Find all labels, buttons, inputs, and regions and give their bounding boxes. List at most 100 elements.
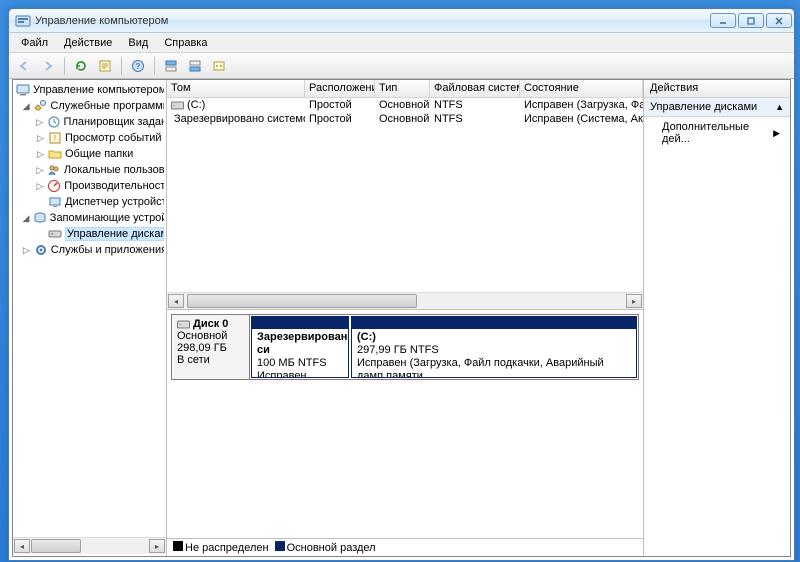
tree-shared-folders[interactable]: ▷ Общие папки: [13, 146, 166, 162]
tree-device-manager[interactable]: Диспетчер устройств: [13, 194, 166, 210]
tree-system-tools[interactable]: ◢ Служебные программы: [13, 98, 166, 114]
partition[interactable]: Зарезервировано си 100 МБ NTFS Исправен …: [251, 316, 349, 378]
services-icon: [33, 242, 49, 258]
event-icon: !: [47, 130, 63, 146]
toolbar-separator: [154, 57, 155, 75]
volume-list[interactable]: Том Расположение Тип Файловая система Со…: [167, 80, 643, 310]
scroll-right-arrow[interactable]: ▸: [149, 539, 165, 553]
col-filesystem[interactable]: Файловая система: [430, 80, 520, 97]
app-window: Управление компьютером Файл Действие Вид…: [8, 8, 795, 561]
disk-status: В сети: [177, 354, 244, 366]
tree-horizontal-scrollbar[interactable]: ◂ ▸: [13, 537, 166, 554]
expand-icon[interactable]: ▷: [35, 149, 46, 160]
expand-icon[interactable]: ▷: [21, 245, 32, 256]
disk-type: Основной: [177, 330, 244, 342]
menu-view[interactable]: Вид: [120, 35, 156, 51]
disk-graphical-view[interactable]: Диск 0 Основной 298,09 ГБ В сети Зарезер…: [167, 310, 643, 538]
volume-row[interactable]: (C:) Простой Основной NTFS Исправен (Заг…: [167, 98, 643, 112]
minimize-button[interactable]: [710, 13, 736, 28]
partition-title: (C:): [357, 331, 631, 344]
volume-horizontal-scrollbar[interactable]: ◂ ▸: [167, 292, 643, 309]
volume-row[interactable]: Зарезервировано системой Простой Основно…: [167, 112, 643, 126]
volume-status: Исправен (Загрузка, Фай: [520, 98, 643, 112]
tree-event-viewer[interactable]: ▷ ! Просмотр событий: [13, 130, 166, 146]
toolbar-separator: [64, 57, 65, 75]
expand-icon[interactable]: ▷: [35, 133, 46, 144]
titlebar[interactable]: Управление компьютером: [9, 9, 794, 33]
maximize-button[interactable]: [738, 13, 764, 28]
view-bottom-button[interactable]: [184, 55, 206, 77]
tree-label: Локальные пользоват: [64, 164, 164, 176]
expand-icon[interactable]: ▷: [35, 181, 45, 192]
col-volume[interactable]: Том: [167, 80, 305, 97]
settings-button[interactable]: [208, 55, 230, 77]
users-icon: [46, 162, 62, 178]
scroll-thumb[interactable]: [187, 294, 417, 308]
view-top-button[interactable]: [160, 55, 182, 77]
scroll-thumb[interactable]: [31, 539, 81, 553]
disk-info[interactable]: Диск 0 Основной 298,09 ГБ В сети: [172, 315, 250, 379]
folder-icon: [47, 146, 63, 162]
toolbar: ?: [9, 53, 794, 79]
tree-disk-management[interactable]: Управление дисками: [13, 226, 166, 242]
volume-status: Исправен (Система, Акти: [520, 112, 643, 126]
tree-label: Планировщик заданий: [64, 116, 164, 128]
main-body: Управление компьютером (л ◢ Служебные пр…: [12, 79, 791, 557]
col-status[interactable]: Состояние: [520, 80, 643, 97]
tree-task-scheduler[interactable]: ▷ Планировщик заданий: [13, 114, 166, 130]
disk-row[interactable]: Диск 0 Основной 298,09 ГБ В сети Зарезер…: [171, 314, 639, 380]
tree-label: Служебные программы: [50, 100, 164, 112]
tree-label: Общие папки: [65, 148, 133, 160]
volume-list-header[interactable]: Том Расположение Тип Файловая система Со…: [167, 80, 643, 98]
actions-section-label: Управление дисками: [650, 101, 757, 113]
drive-icon: [171, 100, 184, 111]
volume-layout: Простой: [305, 98, 375, 112]
menu-help[interactable]: Справка: [156, 35, 215, 51]
volume-fs: NTFS: [430, 112, 520, 126]
partition-header-bar: [252, 317, 348, 329]
expand-icon[interactable]: ▷: [35, 165, 45, 176]
properties-button[interactable]: [94, 55, 116, 77]
actions-section[interactable]: Управление дисками ▲: [644, 98, 790, 117]
navigation-tree[interactable]: Управление компьютером (л ◢ Служебные пр…: [13, 80, 167, 556]
svg-text:?: ?: [136, 62, 141, 71]
scroll-left-arrow[interactable]: ◂: [168, 294, 184, 308]
menu-file[interactable]: Файл: [13, 35, 56, 51]
close-button[interactable]: [766, 13, 792, 28]
help-button[interactable]: ?: [127, 55, 149, 77]
disk-icon: [47, 226, 63, 242]
center-pane: Том Расположение Тип Файловая система Со…: [167, 80, 644, 556]
collapse-icon[interactable]: ◢: [21, 101, 31, 112]
chevron-up-icon[interactable]: ▲: [775, 102, 784, 112]
actions-header: Действия: [644, 80, 790, 98]
drive-icon: [177, 319, 190, 330]
tree-performance[interactable]: ▷ Производительность: [13, 178, 166, 194]
expand-icon[interactable]: ▷: [35, 117, 45, 128]
partition-header-bar: [352, 317, 636, 329]
collapse-icon[interactable]: ◢: [21, 213, 31, 224]
toolbar-separator: [121, 57, 122, 75]
refresh-button[interactable]: [70, 55, 92, 77]
computer-icon: [15, 82, 31, 98]
scroll-left-arrow[interactable]: ◂: [14, 539, 30, 553]
tree-services[interactable]: ▷ Службы и приложения: [13, 242, 166, 258]
scroll-right-arrow[interactable]: ▸: [626, 294, 642, 308]
tree-label: Производительность: [64, 180, 164, 192]
storage-icon: [32, 210, 48, 226]
tree-storage[interactable]: ◢ Запоминающие устройст: [13, 210, 166, 226]
menu-action[interactable]: Действие: [56, 35, 120, 51]
tree-local-users[interactable]: ▷ Локальные пользоват: [13, 162, 166, 178]
partition-size: 297,99 ГБ NTFS: [357, 344, 631, 357]
disk-size: 298,09 ГБ: [177, 342, 244, 354]
partition[interactable]: (C:) 297,99 ГБ NTFS Исправен (Загрузка, …: [351, 316, 637, 378]
actions-more[interactable]: Дополнительные дей... ▶: [644, 117, 790, 149]
back-button: [13, 55, 35, 77]
legend-unallocated-swatch: [173, 541, 183, 551]
tree-root[interactable]: Управление компьютером (л: [13, 82, 166, 98]
volume-type: Основной: [375, 112, 430, 126]
window-title: Управление компьютером: [35, 15, 710, 27]
col-type[interactable]: Тип: [375, 80, 430, 97]
volume-type: Основной: [375, 98, 430, 112]
col-layout[interactable]: Расположение: [305, 80, 375, 97]
tree-label: Запоминающие устройст: [50, 212, 164, 224]
